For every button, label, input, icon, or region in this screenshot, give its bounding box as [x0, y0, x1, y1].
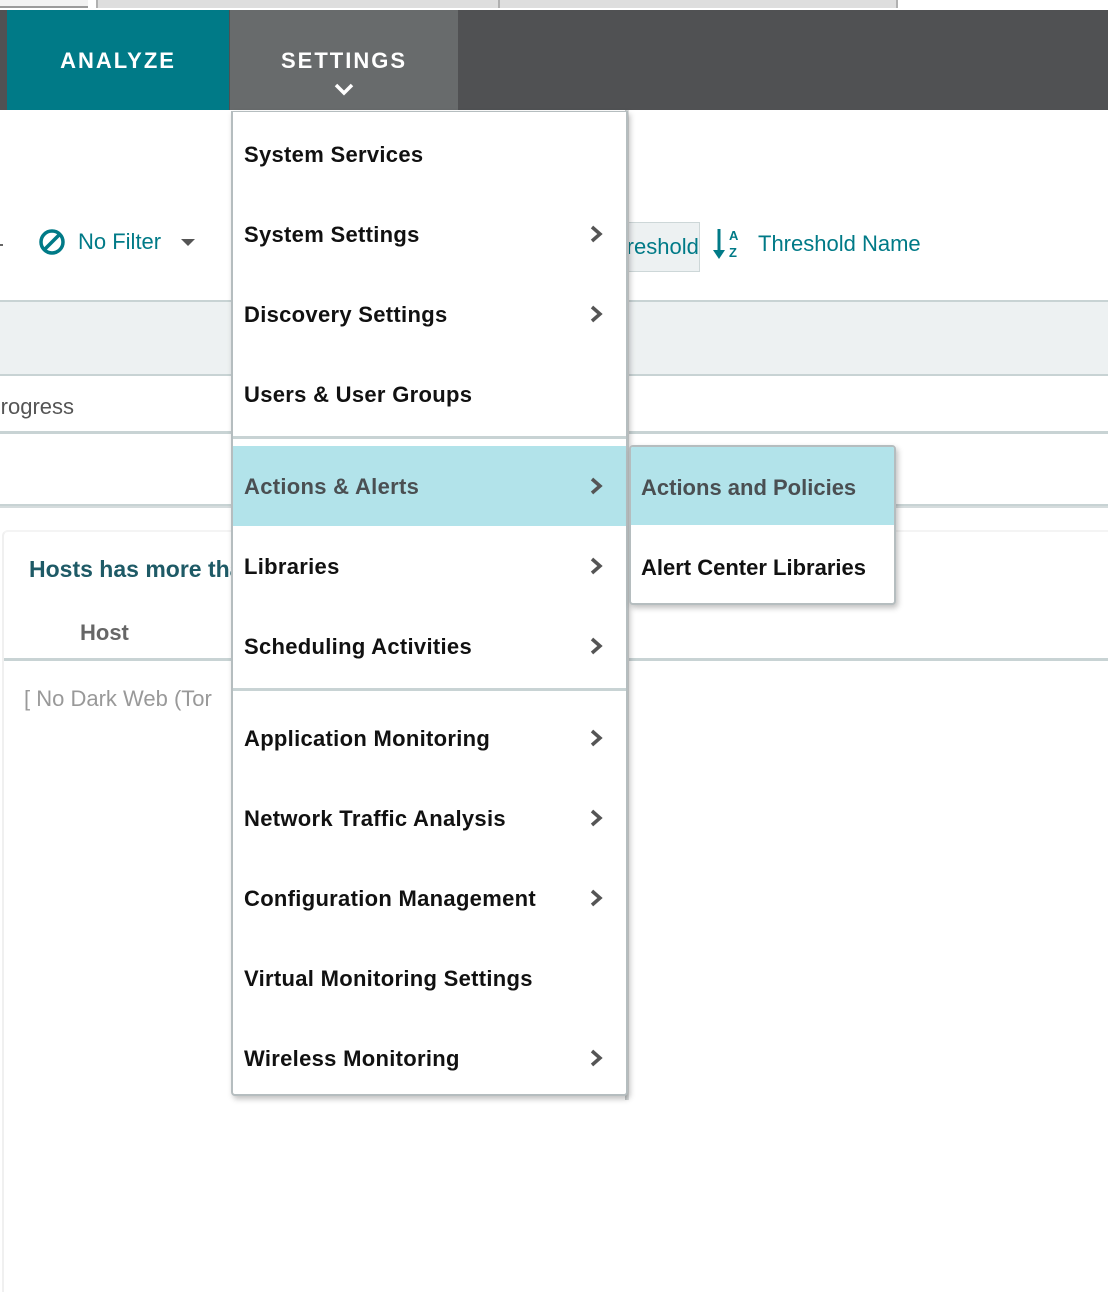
- tab-segment[interactable]: [0, 0, 88, 8]
- filter-label: No Filter: [78, 229, 162, 254]
- chevron-right-icon: [590, 637, 603, 655]
- chevron-down-icon: [334, 83, 354, 96]
- browser-tab-strip: [0, 0, 1108, 10]
- column-header-host[interactable]: Host: [80, 620, 129, 646]
- chevron-right-icon: [590, 809, 603, 827]
- nav-analyze[interactable]: ANALYZE: [7, 10, 229, 110]
- svg-text:A: A: [729, 228, 739, 243]
- nav-analyze-label: ANALYZE: [60, 48, 176, 73]
- chevron-right-icon: [590, 225, 603, 243]
- menu-item-configuration-management[interactable]: Configuration Management: [233, 858, 626, 938]
- menu-separator: [233, 688, 626, 691]
- menu-item-scheduling-activities[interactable]: Scheduling Activities: [233, 606, 626, 686]
- menu-item-label: Network Traffic Analysis: [244, 806, 506, 831]
- actions-alerts-submenu: Actions and Policies Alert Center Librari…: [629, 445, 896, 605]
- progress-text: Progress: [0, 394, 75, 419]
- chevron-right-icon: [590, 729, 603, 747]
- submenu-item-alert-center-libraries[interactable]: Alert Center Libraries: [631, 527, 894, 603]
- chevron-right-icon: [590, 1049, 603, 1067]
- menu-item-network-traffic-analysis[interactable]: Network Traffic Analysis: [233, 778, 626, 858]
- tab-segment[interactable]: [96, 0, 498, 8]
- menu-item-label: Libraries: [244, 554, 340, 579]
- no-filter-icon: [39, 229, 65, 255]
- menu-item-label: Actions & Alerts: [244, 474, 420, 499]
- menu-item-users-user-groups[interactable]: Users & User Groups: [233, 354, 626, 434]
- menu-item-actions-alerts[interactable]: Actions & Alerts: [233, 446, 626, 526]
- caret-down-icon: [181, 238, 196, 246]
- menu-item-label: Application Monitoring: [244, 726, 491, 751]
- menu-separator: [233, 436, 626, 439]
- panel-title: Hosts has more than: [29, 556, 257, 582]
- menu-item-label: Users & User Groups: [244, 382, 473, 407]
- nav-settings-label: SETTINGS: [280, 48, 407, 73]
- menu-item-wireless-monitoring[interactable]: Wireless Monitoring: [233, 1018, 626, 1098]
- submenu-item-label: Alert Center Libraries: [641, 555, 866, 580]
- toolbar-separator: [0, 244, 3, 246]
- menu-item-libraries[interactable]: Libraries: [233, 526, 626, 606]
- filter-dropdown[interactable]: No Filter: [38, 228, 196, 256]
- chevron-right-icon: [590, 557, 603, 575]
- main-nav-bar: ANALYZE SETTINGS: [0, 10, 1108, 110]
- menu-item-label: Discovery Settings: [244, 302, 448, 327]
- tab-segment[interactable]: [498, 0, 898, 8]
- menu-item-label: Virtual Monitoring Settings: [244, 966, 533, 991]
- chevron-right-icon: [590, 477, 603, 495]
- settings-dropdown-menu: System Services System Settings Discovery …: [231, 111, 628, 1096]
- submenu-item-actions-and-policies[interactable]: Actions and Policies: [631, 447, 894, 525]
- empty-message: [ No Dark Web (Tor: [24, 686, 212, 711]
- submenu-item-label: Actions and Policies: [641, 475, 857, 500]
- menu-item-label: System Services: [244, 142, 424, 167]
- menu-item-discovery-settings[interactable]: Discovery Settings: [233, 274, 626, 354]
- menu-item-virtual-monitoring-settings[interactable]: Virtual Monitoring Settings: [233, 938, 626, 1018]
- sort-label: Threshold Name: [758, 231, 921, 256]
- menu-item-system-settings[interactable]: System Settings: [233, 194, 626, 274]
- menu-item-application-monitoring[interactable]: Application Monitoring: [233, 698, 626, 778]
- menu-item-label: Configuration Management: [244, 886, 536, 911]
- chevron-right-icon: [590, 889, 603, 907]
- svg-text:Z: Z: [729, 245, 737, 260]
- sort-alpha-icon: A Z: [713, 228, 739, 260]
- menu-item-label: Scheduling Activities: [244, 634, 472, 659]
- sort-by-threshold-name[interactable]: A Z Threshold Name: [712, 226, 921, 262]
- nav-settings[interactable]: SETTINGS: [230, 10, 458, 110]
- menu-item-system-services[interactable]: System Services: [233, 114, 626, 194]
- chevron-right-icon: [590, 305, 603, 323]
- menu-item-label: System Settings: [244, 222, 420, 247]
- menu-item-label: Wireless Monitoring: [244, 1046, 460, 1071]
